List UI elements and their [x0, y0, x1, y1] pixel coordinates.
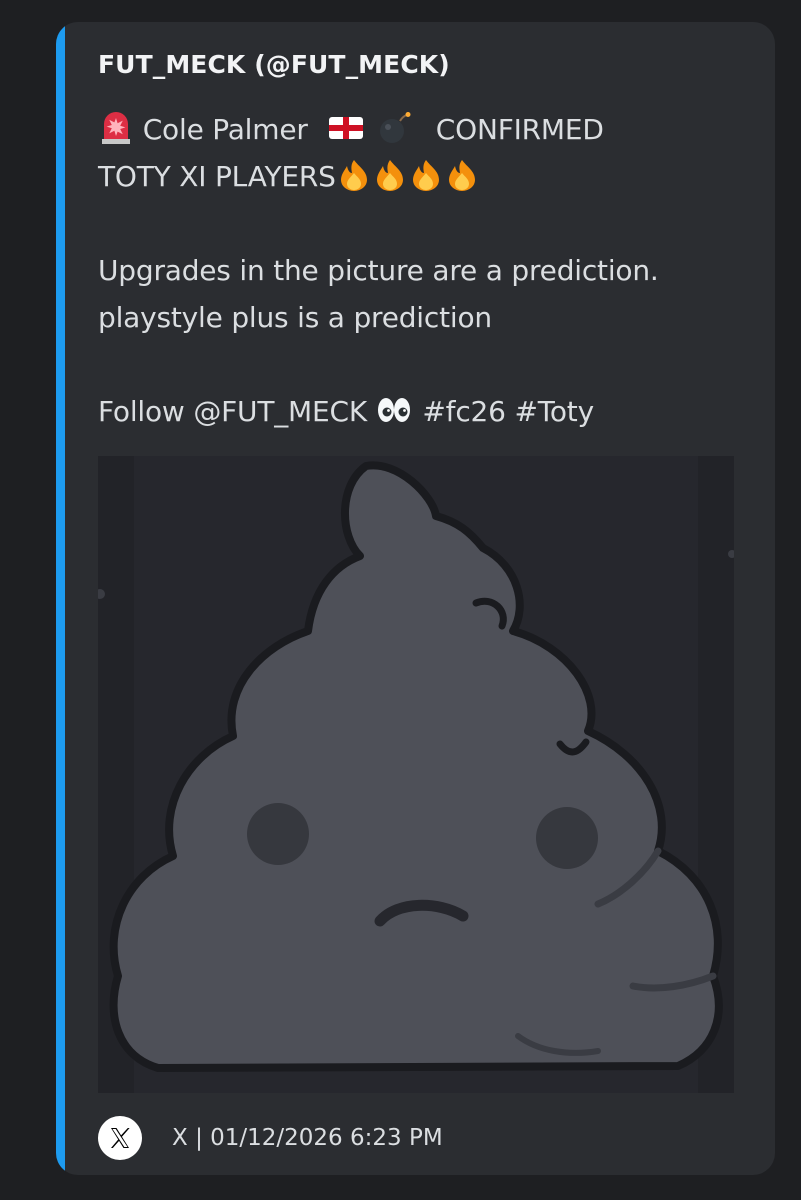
embed-author[interactable]: FUT_MECK (@FUT_MECK) [98, 50, 450, 79]
embed-description: Cole Palmer CONFIRMED TOTY XI PLAYERS Up… [98, 106, 758, 435]
description-line-5: Follow @FUT_MECK #fc26 #Toty [98, 388, 758, 435]
follow-text: Follow @FUT_MECK [98, 395, 367, 428]
description-line-1: Cole Palmer CONFIRMED [98, 106, 758, 153]
x-logo-icon [98, 1116, 142, 1160]
hashtags[interactable]: #fc26 #Toty [422, 395, 594, 428]
tweet-embed: FUT_MECK (@FUT_MECK) Cole Palmer CONFIRM… [56, 22, 775, 1175]
player-name: Cole Palmer [142, 113, 308, 146]
embed-accent-bar [56, 22, 65, 1175]
rotating-light-icon [98, 110, 134, 146]
description-line-2: TOTY XI PLAYERS [98, 153, 758, 200]
fire-icon [372, 157, 408, 193]
fire-icon [444, 157, 480, 193]
footer-timestamp: X | 01/12/2026 6:23 PM [172, 1125, 443, 1151]
england-flag-icon [328, 110, 364, 146]
confirmed-label: CONFIRMED [435, 113, 604, 146]
embed-footer: X | 01/12/2026 6:23 PM [98, 1115, 443, 1161]
poop-frown-icon [98, 456, 734, 1093]
embed-image[interactable] [98, 456, 734, 1093]
bomb-icon [377, 110, 413, 146]
eyes-icon [376, 392, 412, 428]
toty-label: TOTY XI PLAYERS [98, 160, 336, 193]
description-line-3: Upgrades in the picture are a prediction… [98, 254, 659, 287]
description-line-4: playstyle plus is a prediction [98, 301, 492, 334]
fire-icon [408, 157, 444, 193]
fire-icon [336, 157, 372, 193]
